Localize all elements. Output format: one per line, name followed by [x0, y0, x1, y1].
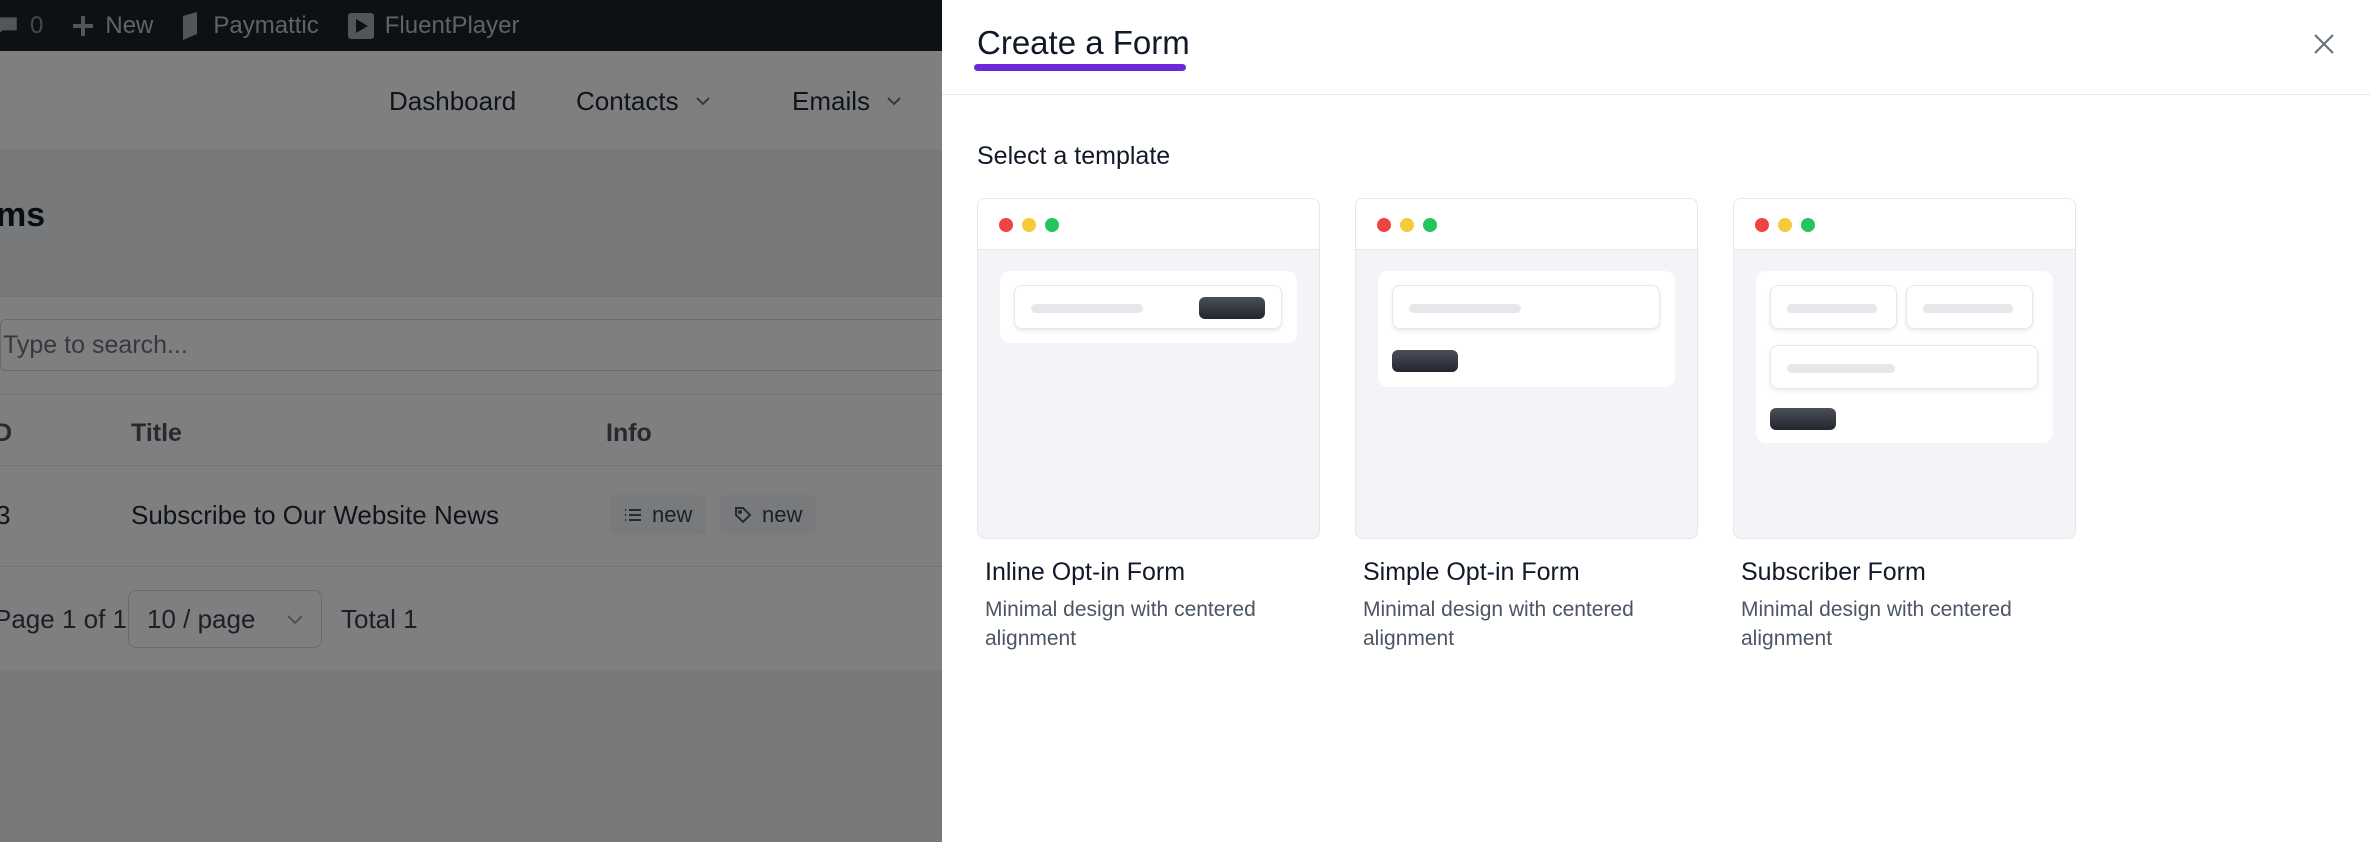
- template-name: Subscriber Form: [1741, 558, 1926, 586]
- mock-button: [1392, 350, 1458, 372]
- select-template-label: Select a template: [977, 142, 1171, 170]
- template-description: Minimal design with centered alignment: [1741, 598, 2012, 650]
- drawer-title: Create a Form: [977, 24, 1190, 61]
- modal-overlay[interactable]: [0, 0, 942, 842]
- close-button[interactable]: [2308, 28, 2340, 60]
- window-dot-green: [1423, 218, 1437, 232]
- form-mockup: [1378, 271, 1675, 387]
- window-dot-yellow: [1778, 218, 1792, 232]
- mock-button: [1199, 297, 1265, 319]
- create-form-drawer: Create a Form Select a template Inline O…: [942, 0, 2370, 842]
- template-name: Simple Opt-in Form: [1363, 558, 1580, 586]
- template-preview[interactable]: [1355, 198, 1698, 539]
- window-bar: [1356, 199, 1697, 250]
- template-inline-opt-in[interactable]: Inline Opt-in Form Minimal design with c…: [977, 198, 1320, 653]
- window-dot-yellow: [1400, 218, 1414, 232]
- window-dot-yellow: [1022, 218, 1036, 232]
- window-dot-green: [1801, 218, 1815, 232]
- template-preview[interactable]: [977, 198, 1320, 539]
- mock-field: [1770, 285, 1897, 329]
- mock-line: [1787, 364, 1895, 373]
- window-bar: [1734, 199, 2075, 250]
- form-mockup: [1000, 271, 1297, 343]
- template-description: Minimal design with centered alignment: [985, 598, 1256, 650]
- template-subscriber[interactable]: Subscriber Form Minimal design with cent…: [1733, 198, 2076, 653]
- template-preview[interactable]: [1733, 198, 2076, 539]
- mock-line: [1031, 304, 1143, 313]
- mock-line: [1787, 304, 1877, 313]
- form-mockup: [1756, 271, 2053, 443]
- mock-button: [1770, 408, 1836, 430]
- mock-field: [1014, 285, 1282, 329]
- template-description: Minimal design with centered alignment: [1363, 598, 1634, 650]
- window-dot-red: [999, 218, 1013, 232]
- mock-line: [1409, 304, 1521, 313]
- window-dot-red: [1377, 218, 1391, 232]
- mock-line: [1923, 304, 2013, 313]
- close-icon: [2314, 34, 2334, 54]
- window-dot-red: [1755, 218, 1769, 232]
- mock-field: [1770, 345, 2038, 389]
- mock-field: [1906, 285, 2033, 329]
- template-name: Inline Opt-in Form: [985, 558, 1186, 586]
- template-simple-opt-in[interactable]: Simple Opt-in Form Minimal design with c…: [1355, 198, 1698, 653]
- window-bar: [978, 199, 1319, 250]
- title-underline: [974, 64, 1186, 71]
- drawer-header: Create a Form: [942, 0, 2370, 95]
- mock-field: [1392, 285, 1660, 329]
- window-dot-green: [1045, 218, 1059, 232]
